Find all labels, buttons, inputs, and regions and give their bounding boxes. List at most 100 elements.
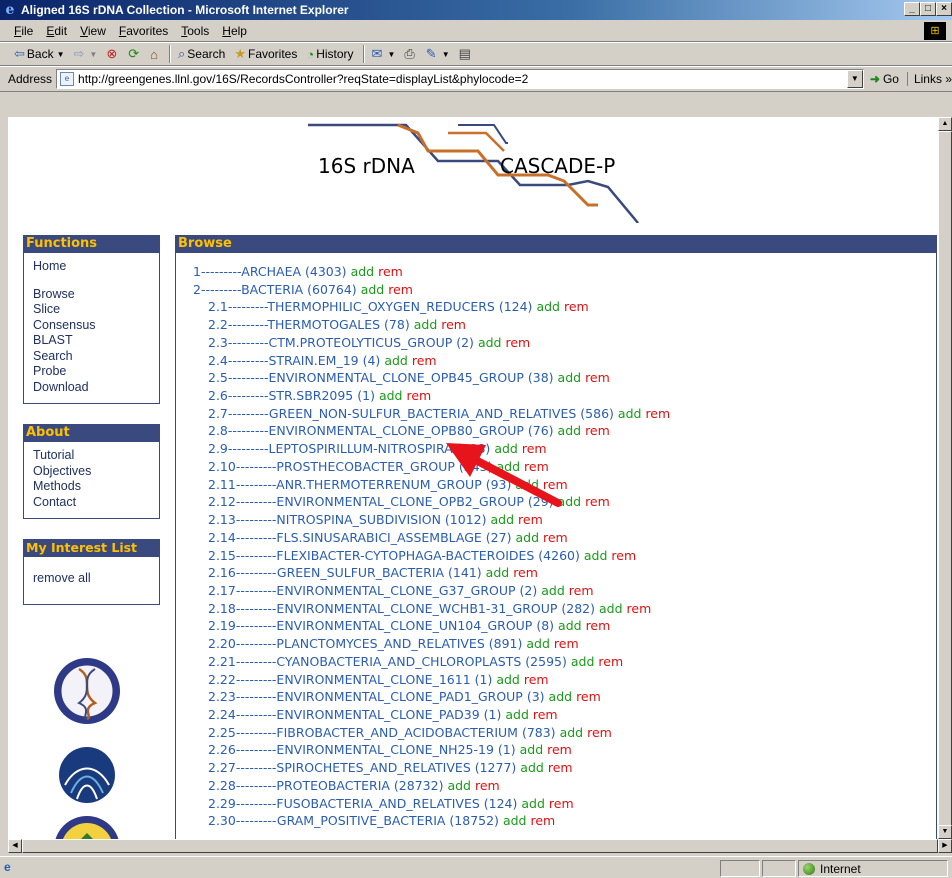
add-link[interactable]: add: [526, 636, 550, 651]
address-url[interactable]: http://greengenes.llnl.gov/16S/RecordsCo…: [78, 72, 528, 86]
forward-dropdown-icon[interactable]: ▼: [89, 50, 97, 59]
tree-row-label[interactable]: 2.13---------NITROSPINA_SUBDIVISION (101…: [208, 512, 487, 527]
add-link[interactable]: add: [521, 796, 545, 811]
rem-link[interactable]: rem: [533, 707, 558, 722]
add-link[interactable]: add: [491, 512, 515, 527]
vertical-scroll-thumb[interactable]: [938, 131, 952, 831]
remove-all-link[interactable]: remove all: [33, 571, 151, 587]
add-link[interactable]: add: [584, 548, 608, 563]
tree-row-label[interactable]: 2.22---------ENVIRONMENTAL_CLONE_1611 (1…: [208, 672, 492, 687]
nav-search[interactable]: Search: [33, 349, 151, 365]
horizontal-scrollbar[interactable]: ◀ ▶: [8, 839, 952, 853]
mail-button[interactable]: ✉ ▼: [372, 46, 396, 62]
rem-link[interactable]: rem: [513, 565, 538, 580]
menu-help[interactable]: Help: [222, 24, 247, 38]
nav-methods[interactable]: Methods: [33, 479, 151, 495]
nav-objectives[interactable]: Objectives: [33, 464, 151, 480]
nav-contact[interactable]: Contact: [33, 495, 151, 511]
tree-row-label[interactable]: 2.20---------PLANCTOMYCES_AND_RELATIVES …: [208, 636, 522, 651]
tree-row-label[interactable]: 2.30---------GRAM_POSITIVE_BACTERIA (187…: [208, 813, 499, 828]
horizontal-scroll-thumb[interactable]: [22, 839, 938, 853]
tree-row-label[interactable]: 2.25---------FIBROBACTER_AND_ACIDOBACTER…: [208, 725, 556, 740]
menu-view[interactable]: View: [80, 24, 106, 38]
tree-row-label[interactable]: 2.5---------ENVIRONMENTAL_CLONE_OPB45_GR…: [208, 370, 554, 385]
nav-probe[interactable]: Probe: [33, 364, 151, 380]
menu-edit[interactable]: Edit: [46, 24, 67, 38]
add-link[interactable]: add: [560, 725, 584, 740]
links-button[interactable]: Links »: [906, 72, 952, 86]
rem-link[interactable]: rem: [378, 264, 403, 279]
forward-button[interactable]: ⇨ ▼: [74, 46, 98, 62]
rem-link[interactable]: rem: [586, 618, 611, 633]
menu-tools[interactable]: Tools: [181, 24, 209, 38]
rem-link[interactable]: rem: [576, 689, 601, 704]
rem-link[interactable]: rem: [530, 813, 555, 828]
rem-link[interactable]: rem: [645, 406, 670, 421]
maximize-button[interactable]: □: [920, 2, 936, 16]
nav-slice[interactable]: Slice: [33, 302, 151, 318]
tree-row-label[interactable]: 2.1---------THERMOPHILIC_OXYGEN_REDUCERS…: [208, 299, 532, 314]
rem-link[interactable]: rem: [549, 796, 574, 811]
add-link[interactable]: add: [496, 672, 520, 687]
nav-browse[interactable]: Browse: [33, 287, 151, 303]
tree-row-label[interactable]: 2.28---------PROTEOBACTERIA (28732): [208, 778, 443, 793]
add-link[interactable]: add: [558, 370, 582, 385]
tree-row-label[interactable]: 2.23---------ENVIRONMENTAL_CLONE_PAD1_GR…: [208, 689, 545, 704]
tree-row-label[interactable]: 2.29---------FUSOBACTERIA_AND_RELATIVES …: [208, 796, 517, 811]
history-button[interactable]: ◔ History: [306, 47, 353, 62]
menu-file[interactable]: File: [14, 24, 33, 38]
rem-link[interactable]: rem: [585, 423, 610, 438]
nav-home[interactable]: Home: [33, 259, 151, 275]
edit-dropdown-icon[interactable]: ▼: [442, 50, 450, 59]
discuss-button[interactable]: ▤: [459, 46, 473, 62]
nav-download[interactable]: Download: [33, 380, 151, 396]
rem-link[interactable]: rem: [585, 494, 610, 509]
add-link[interactable]: add: [515, 530, 539, 545]
tree-row-label[interactable]: 2.21---------CYANOBACTERIA_AND_CHLOROPLA…: [208, 654, 567, 669]
tree-row-label[interactable]: 2.26---------ENVIRONMENTAL_CLONE_NH25-19…: [208, 742, 516, 757]
address-dropdown-icon[interactable]: ▼: [846, 70, 863, 88]
tree-row-label[interactable]: 2.19---------ENVIRONMENTAL_CLONE_UN104_G…: [208, 618, 554, 633]
print-button[interactable]: ⎙: [404, 46, 416, 62]
tree-row-label[interactable]: 2.2---------THERMOTOGALES (78): [208, 317, 410, 332]
add-link[interactable]: add: [478, 335, 502, 350]
menu-favorites[interactable]: Favorites: [119, 24, 168, 38]
add-link[interactable]: add: [414, 317, 438, 332]
add-link[interactable]: add: [503, 813, 527, 828]
search-button[interactable]: ⌕ Search: [178, 46, 225, 62]
tree-row-label[interactable]: 2.24---------ENVIRONMENTAL_CLONE_PAD39 (…: [208, 707, 501, 722]
rem-link[interactable]: rem: [554, 636, 579, 651]
tree-row-label[interactable]: 2.16---------GREEN_SULFUR_BACTERIA (141): [208, 565, 482, 580]
add-link[interactable]: add: [505, 707, 529, 722]
vertical-scrollbar[interactable]: ▲ ▼: [938, 117, 952, 839]
minimize-button[interactable]: _: [904, 2, 920, 16]
rem-link[interactable]: rem: [598, 654, 623, 669]
add-link[interactable]: add: [618, 406, 642, 421]
rem-link[interactable]: rem: [547, 742, 572, 757]
rem-link[interactable]: rem: [388, 282, 413, 297]
scroll-up-icon[interactable]: ▲: [938, 117, 952, 131]
add-link[interactable]: add: [599, 601, 623, 616]
nav-blast[interactable]: BLAST: [33, 333, 151, 349]
rem-link[interactable]: rem: [412, 353, 437, 368]
edit-button[interactable]: ✎ ▼: [426, 46, 450, 62]
rem-link[interactable]: rem: [548, 760, 573, 775]
tree-row-label[interactable]: 2---------BACTERIA (60764): [193, 282, 357, 297]
add-link[interactable]: add: [558, 423, 582, 438]
add-link[interactable]: add: [536, 299, 560, 314]
add-link[interactable]: add: [361, 282, 385, 297]
add-link[interactable]: add: [486, 565, 510, 580]
rem-link[interactable]: rem: [505, 335, 530, 350]
go-button[interactable]: ➜ Go: [870, 72, 899, 86]
back-button[interactable]: ⇦ Back ▼: [14, 46, 65, 62]
tree-row-label[interactable]: 2.3---------CTM.PROTEOLYTICUS_GROUP (2): [208, 335, 474, 350]
rem-link[interactable]: rem: [585, 370, 610, 385]
tree-row-label[interactable]: 2.15---------FLEXIBACTER-CYTOPHAGA-BACTE…: [208, 548, 580, 563]
nav-consensus[interactable]: Consensus: [33, 318, 151, 334]
rem-link[interactable]: rem: [475, 778, 500, 793]
close-button[interactable]: ×: [936, 2, 952, 16]
tree-row-label[interactable]: 2.27---------SPIROCHETES_AND_RELATIVES (…: [208, 760, 516, 775]
scroll-left-icon[interactable]: ◀: [8, 839, 22, 853]
add-link[interactable]: add: [520, 760, 544, 775]
rem-link[interactable]: rem: [627, 601, 652, 616]
